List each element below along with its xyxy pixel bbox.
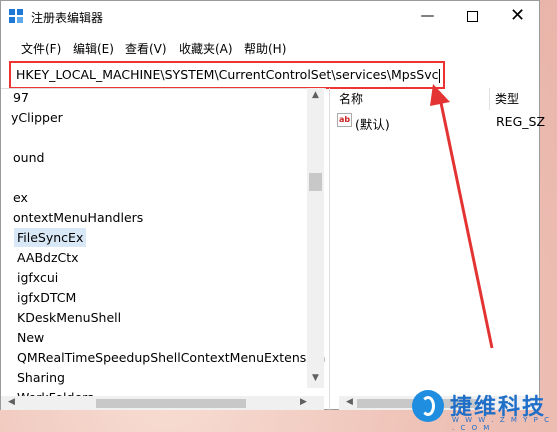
tree-item[interactable]: ex (13, 190, 28, 205)
menu-favorites[interactable]: 收藏夹(A) (179, 40, 233, 57)
tree-item-selected[interactable]: FileSyncEx (14, 228, 87, 247)
tree-item[interactable]: ound (13, 150, 44, 165)
tree-horizontal-scrollbar[interactable]: ◀ ▶ (1, 396, 324, 410)
values-pane[interactable]: 名称 类型 ab (默认) REG_SZ (331, 88, 545, 398)
regedit-app-icon (9, 9, 23, 23)
tree-item[interactable]: ontextMenuHandlers (13, 210, 143, 225)
close-button[interactable]: ✕ (495, 1, 540, 31)
string-value-icon: ab (337, 113, 352, 127)
registry-editor-window: 注册表编辑器 — ✕ 文件(F) 编辑(E) 查看(V) 收藏夹(A) 帮助(H… (0, 0, 545, 410)
column-separator[interactable] (489, 88, 490, 110)
maximize-button[interactable] (450, 1, 495, 31)
tree-item[interactable]: AABdzCtx (17, 250, 79, 265)
brand-logo-icon (412, 390, 444, 422)
key-tree-pane[interactable]: 97 yClipper ound ex ontextMenuHandlers F… (1, 88, 326, 402)
address-bar[interactable]: HKEY_LOCAL_MACHINE\SYSTEM\CurrentControl… (9, 61, 445, 89)
pane-splitter[interactable] (329, 88, 330, 410)
scrollbar-thumb[interactable] (309, 173, 322, 191)
tree-item[interactable]: igfxDTCM (17, 290, 76, 305)
menu-edit[interactable]: 编辑(E) (73, 40, 114, 57)
tree-item[interactable]: 97 (13, 90, 29, 105)
tree-vertical-scrollbar[interactable]: ▲ ▼ (307, 88, 324, 388)
column-header-name[interactable]: 名称 (339, 90, 363, 107)
tree-item[interactable]: Sharing (17, 370, 65, 385)
watermark-logo: 捷维科技 W W W . Z M Y P C . C O M (412, 388, 552, 432)
tree-item[interactable]: QMRealTimeSpeedupShellContextMenuExtensi… (17, 350, 325, 365)
menu-bar: 文件(F) 编辑(E) 查看(V) 收藏夹(A) 帮助(H) (1, 37, 539, 57)
address-path[interactable]: HKEY_LOCAL_MACHINE\SYSTEM\CurrentControl… (16, 67, 441, 83)
minimize-button[interactable]: — (405, 1, 450, 31)
scroll-left-arrow-icon[interactable]: ◀ (341, 397, 358, 407)
menu-help[interactable]: 帮助(H) (244, 40, 286, 57)
scrollbar-thumb[interactable] (96, 399, 246, 408)
value-name[interactable]: (默认) (355, 114, 390, 133)
tree-item[interactable]: KDeskMenuShell (17, 310, 121, 325)
value-type: REG_SZ (496, 114, 546, 129)
column-header-type[interactable]: 类型 (495, 90, 519, 107)
title-bar: 注册表编辑器 — ✕ (1, 1, 539, 31)
tree-item[interactable]: yClipper (11, 110, 63, 125)
watermark-url: W W W . Z M Y P C . C O M (452, 416, 552, 432)
window-title: 注册表编辑器 (31, 11, 104, 25)
menu-view[interactable]: 查看(V) (125, 40, 167, 57)
tree-item[interactable]: igfxcui (17, 270, 58, 285)
scroll-up-arrow-icon[interactable]: ▲ (307, 90, 324, 100)
tree-item[interactable]: New (17, 330, 44, 345)
scroll-left-arrow-icon[interactable]: ◀ (3, 397, 20, 407)
scroll-right-arrow-icon[interactable]: ▶ (295, 397, 312, 407)
scroll-down-arrow-icon[interactable]: ▼ (307, 373, 324, 383)
menu-file[interactable]: 文件(F) (21, 40, 61, 57)
